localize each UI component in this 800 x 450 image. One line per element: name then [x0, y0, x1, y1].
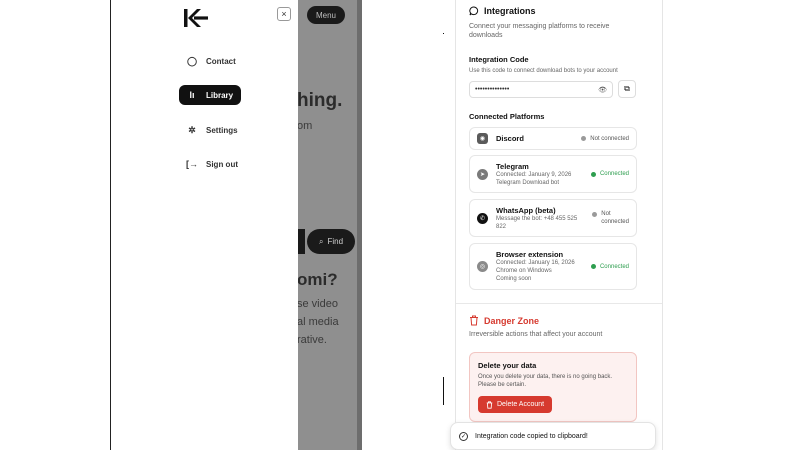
- nav-item-label: Contact: [206, 56, 236, 66]
- platform-name: WhatsApp (beta): [496, 205, 556, 215]
- telegram-icon: ➤: [477, 168, 488, 180]
- chat-bubble-icon: [469, 6, 479, 16]
- status-dot: [590, 171, 596, 177]
- toast-message: Integration code copied to clipboard!: [475, 432, 588, 440]
- status-badge: Connected: [590, 263, 629, 270]
- delete-data-description-line: Once you delete your data, there is no g…: [478, 374, 613, 380]
- description-line: Connect your messaging platforms to rece…: [469, 23, 610, 30]
- nav-item-settings[interactable]: ✲ Settings: [179, 120, 246, 140]
- trash-icon: [470, 315, 478, 326]
- brand-logo-icon: [184, 9, 208, 27]
- trash-icon: [486, 400, 493, 409]
- status-dot: [581, 136, 587, 141]
- background-menu-button: Menu: [307, 6, 345, 24]
- eye-icon[interactable]: 👁: [598, 86, 607, 94]
- status-dot: [590, 264, 596, 269]
- background-body-line-3: rative.: [297, 334, 327, 346]
- sign-out-icon: [→: [186, 159, 198, 169]
- copy-icon: ⧉: [624, 84, 630, 93]
- nav-item-label: Settings: [206, 125, 238, 135]
- integration-code-value: ••••••••••••••: [475, 86, 510, 93]
- status-badge: Not connected: [581, 136, 629, 142]
- nav-item-sign-out[interactable]: [→ Sign out: [179, 154, 246, 174]
- delete-data-card: Delete your data Once you delete your da…: [469, 352, 637, 422]
- status-badge: Connected: [590, 171, 629, 177]
- background-body-line-1: se video: [297, 298, 338, 310]
- left-phone-screen: Menu hing. om ⌕ Find omi? se video al me…: [110, 0, 362, 450]
- platform-detail: Connected: January 16, 2026: [496, 260, 575, 266]
- nav-item-library[interactable]: lı Library: [179, 85, 242, 105]
- status-text: Connected: [599, 263, 629, 270]
- check-circle-icon: ✓: [459, 431, 468, 441]
- window-divider: [443, 377, 444, 405]
- platform-detail: Chrome on Windows: [496, 268, 552, 274]
- integrations-description: Connect your messaging platforms to rece…: [469, 22, 609, 40]
- platform-card-whatsapp[interactable]: ✆ WhatsApp (beta) Message the bot: +48 4…: [469, 199, 637, 237]
- background-question: omi?: [297, 270, 338, 289]
- search-icon: ⌕: [318, 236, 324, 246]
- status-text: Not connected: [590, 135, 629, 142]
- connected-platforms-title: Connected Platforms: [469, 112, 545, 121]
- status-dot: [592, 212, 598, 217]
- copy-code-button[interactable]: ⧉: [618, 80, 636, 98]
- delete-data-title: Delete your data: [478, 361, 537, 370]
- background-body-line-2: al media: [297, 316, 339, 328]
- integration-code-field[interactable]: •••••••••••••• 👁: [469, 81, 613, 98]
- discord-icon: ◉: [477, 133, 488, 144]
- section-divider: [456, 303, 662, 304]
- background-subline: om: [297, 120, 313, 132]
- platform-card-discord[interactable]: ◉ Discord Not connected: [469, 127, 637, 150]
- background-find-label: Find: [327, 237, 344, 246]
- integrations-header: Integrations: [469, 6, 536, 16]
- platform-name: Browser extension: [496, 250, 564, 259]
- right-phone-screen: Integrations Connect your messaging plat…: [455, 0, 663, 450]
- toast-notification[interactable]: ✓ Integration code copied to clipboard!: [450, 422, 656, 450]
- chrome-icon: ◎: [477, 261, 488, 272]
- delete-account-label: Delete Account: [497, 401, 545, 408]
- platform-name: Telegram: [496, 161, 529, 171]
- chat-bubble-icon: ◯: [186, 55, 198, 66]
- delete-data-description-line: Please be certain.: [478, 382, 527, 388]
- platform-detail: Message the bot: +48 455 525: [496, 215, 578, 222]
- platform-detail: Connected: January 9, 2026: [496, 171, 572, 178]
- delete-account-button[interactable]: Delete Account: [478, 396, 553, 413]
- integrations-title: Integrations: [484, 6, 536, 16]
- platform-card-browser-extension[interactable]: ◎ Browser extension Connected: January 1…: [469, 243, 637, 290]
- platform-detail: Telegram Download bot: [496, 179, 560, 186]
- nav-item-contact[interactable]: ◯ Contact: [179, 51, 244, 71]
- platform-detail: Coming soon: [496, 276, 532, 282]
- whatsapp-icon: ✆: [477, 212, 488, 224]
- status-text: Not connected: [601, 210, 629, 226]
- status-text-line: connected: [601, 219, 629, 225]
- nav-item-label: Sign out: [206, 159, 238, 169]
- navigation-drawer: × ◯ Contact lı Library ✲ Settings [→ Sig…: [111, 0, 298, 450]
- danger-zone-title: Danger Zone: [484, 315, 540, 326]
- status-text: Connected: [599, 171, 629, 177]
- bars-icon: lı: [189, 90, 195, 100]
- stray-pixel: [443, 33, 444, 34]
- integration-code-hint: Use this code to connect download bots t…: [469, 68, 618, 74]
- background-headline: hing.: [297, 90, 343, 111]
- status-text-line: Not: [601, 211, 611, 217]
- background-edge: [357, 0, 362, 450]
- background-find-button: ⌕ Find: [307, 229, 355, 254]
- gear-icon: ✲: [188, 124, 196, 135]
- danger-zone-header: Danger Zone: [469, 315, 539, 326]
- platform-card-telegram[interactable]: ➤ Telegram Connected: January 9, 2026 Te…: [469, 155, 637, 193]
- nav-item-label: Library: [206, 90, 234, 100]
- integration-code-label: Integration Code: [469, 55, 529, 64]
- status-badge: Not connected: [592, 210, 629, 226]
- platform-detail: 822: [496, 223, 507, 230]
- description-line: downloads: [469, 32, 503, 39]
- close-menu-button[interactable]: ×: [277, 7, 291, 21]
- danger-zone-subtitle: Irreversible actions that affect your ac…: [469, 331, 603, 338]
- platform-name: Discord: [496, 134, 524, 143]
- screenshot-canvas: Menu hing. om ⌕ Find omi? se video al me…: [0, 0, 800, 450]
- close-icon: ×: [281, 8, 287, 19]
